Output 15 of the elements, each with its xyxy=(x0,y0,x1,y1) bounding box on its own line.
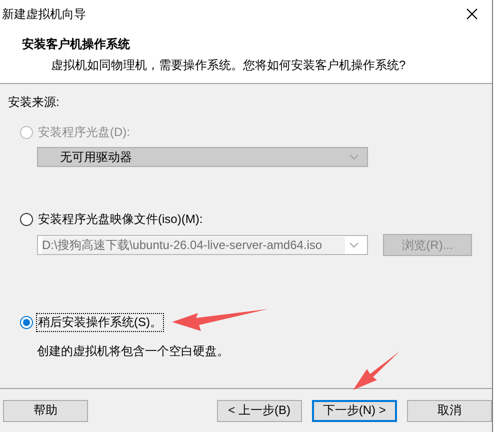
radio-button[interactable] xyxy=(20,212,33,226)
radio-label[interactable]: 稍后安装操作系统(S)。 xyxy=(36,312,164,332)
wizard-button[interactable]: 下一步(N) > xyxy=(312,400,397,422)
section-label: 安装来源: xyxy=(8,94,60,111)
window-title: 新建虚拟机向导 xyxy=(2,6,86,22)
option-description: 创建的虚拟机将包含一个空白硬盘。 xyxy=(37,343,230,360)
radio-label[interactable]: 安装程序光盘映像文件(iso)(M): xyxy=(36,210,205,228)
page-title: 安装客户机操作系统 xyxy=(22,36,131,53)
wizard-button[interactable]: < 上一步(B) xyxy=(216,400,302,422)
radio-button[interactable] xyxy=(20,316,33,328)
annotation-arrow xyxy=(353,351,400,390)
close-icon[interactable] xyxy=(466,8,478,20)
wizard-button[interactable]: 取消 xyxy=(406,400,492,422)
page-subtitle: 虚拟机如同物理机，需要操作系统。您将如何安装客户机操作系统? xyxy=(51,57,407,74)
wizard-button[interactable]: 帮助 xyxy=(3,400,88,422)
